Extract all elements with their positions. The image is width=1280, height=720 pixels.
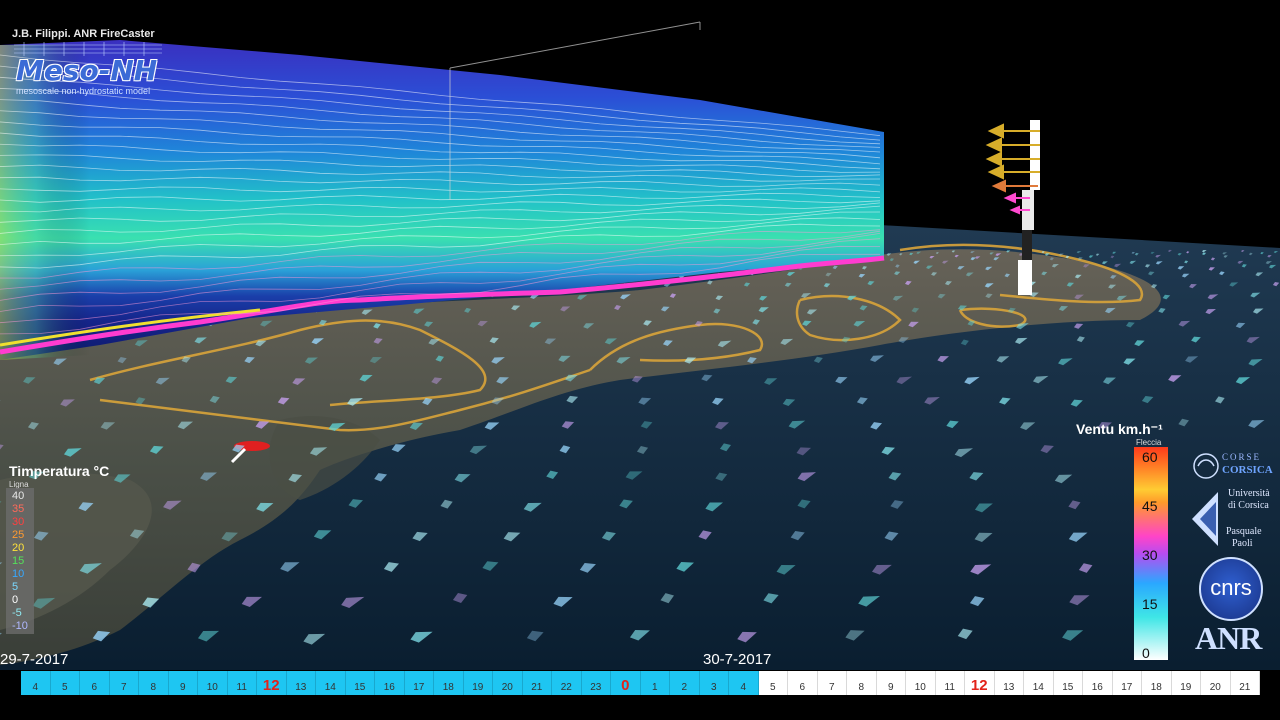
logo-title: Meso-NH — [16, 54, 158, 87]
timeline-hour[interactable]: 15 — [1053, 671, 1083, 695]
timeline-hour[interactable]: 7 — [817, 671, 847, 695]
univ-line-2: di Corsica — [1228, 500, 1269, 511]
temperature-legend-value: 25 — [12, 529, 25, 541]
temperature-legend-value: 40 — [12, 490, 25, 502]
temperature-legend-value: 15 — [12, 555, 25, 567]
timeline-hour[interactable]: 13 — [994, 671, 1024, 695]
cnrs-label: cnrs — [1210, 575, 1252, 600]
timeline-date-start: 29-7-2017 — [0, 651, 69, 668]
timeline-hour[interactable]: 14 — [316, 671, 346, 695]
timeline-hour[interactable]: 12 — [965, 671, 995, 695]
wind-legend-value: 60 — [1142, 449, 1158, 465]
timeline-hour[interactable]: 10 — [906, 671, 936, 695]
timeline-hour[interactable]: 2 — [670, 671, 700, 695]
timeline-hour[interactable]: 16 — [375, 671, 405, 695]
timeline-hour[interactable]: 19 — [463, 671, 493, 695]
timeline-hour[interactable]: 0 — [611, 671, 641, 695]
logo-subtitle: mesoscale non-hydrostatic model — [16, 86, 151, 96]
timeline-hour[interactable]: 23 — [581, 671, 611, 695]
wind-legend-value: 15 — [1142, 596, 1158, 612]
temperature-legend-value: 0 — [12, 594, 19, 606]
timeline-hour[interactable]: 22 — [552, 671, 582, 695]
corse-top-label: CORSE — [1222, 452, 1262, 462]
timeline-hour[interactable]: 18 — [434, 671, 464, 695]
timeline-hour[interactable]: 17 — [1112, 671, 1142, 695]
timeline-hour[interactable]: 13 — [286, 671, 316, 695]
temperature-legend-value: 35 — [12, 503, 25, 515]
temperature-legend-value: 20 — [12, 542, 25, 554]
univ-line-1: Università — [1228, 488, 1270, 499]
wind-legend-subtitle: Fleccia — [1136, 438, 1162, 447]
timeline-hour[interactable]: 1 — [640, 671, 670, 695]
timeline-hour[interactable]: 18 — [1142, 671, 1172, 695]
temperature-legend-value: 30 — [12, 516, 25, 528]
wind-legend-value: 45 — [1142, 498, 1158, 514]
timeline-hour[interactable]: 5 — [50, 671, 80, 695]
timeline-hour[interactable]: 15 — [345, 671, 375, 695]
timeline-hour[interactable]: 6 — [80, 671, 110, 695]
timeline-hour[interactable]: 4 — [729, 671, 759, 695]
temperature-legend-value: 10 — [12, 568, 25, 580]
timeline-hour[interactable]: 14 — [1024, 671, 1054, 695]
temperature-legend-value: -10 — [12, 620, 28, 632]
wind-legend-value: 0 — [1142, 645, 1150, 661]
temperature-legend-value: -5 — [12, 607, 22, 619]
wind-legend-title: Ventu km.h⁻¹ — [1076, 421, 1163, 437]
universita-di-corsica-logo: Università di Corsica Pasquale Paoli — [1192, 488, 1276, 549]
timeline-date-mid: 30-7-2017 — [703, 651, 772, 668]
univ-line-3: Pasquale — [1226, 526, 1262, 537]
timeline-hour[interactable]: 17 — [404, 671, 434, 695]
corse-bottom-label: CORSICA — [1222, 464, 1273, 476]
timeline-hour[interactable]: 7 — [109, 671, 139, 695]
temperature-legend: 40 35 30 25 20 15 10 5 0 -5 -10 — [6, 488, 34, 634]
timeline-hour[interactable]: 11 — [935, 671, 965, 695]
timeline-hour[interactable]: 20 — [493, 671, 523, 695]
wind-legend-value: 30 — [1142, 547, 1158, 563]
univ-line-4: Paoli — [1232, 538, 1253, 549]
timeline-hour[interactable]: 8 — [139, 671, 169, 695]
timeline-hour[interactable]: 11 — [227, 671, 257, 695]
timeline-hour[interactable]: 21 — [522, 671, 552, 695]
wind-legend-colorbar: 60 45 30 15 0 — [1134, 447, 1168, 661]
timeline-hour[interactable]: 10 — [198, 671, 228, 695]
timeline-hour[interactable]: 9 — [168, 671, 198, 695]
anr-logo: ANR — [1195, 620, 1262, 656]
temperature-legend-value: 5 — [12, 581, 19, 593]
timeline-hour[interactable]: 20 — [1201, 671, 1231, 695]
timeline-hour[interactable]: 3 — [699, 671, 729, 695]
timeline-hour[interactable]: 21 — [1230, 671, 1260, 695]
timeline-hour[interactable]: 5 — [758, 671, 788, 695]
timeline-bar[interactable]: 4 5 6 7 8 9 10 11 12 13 14 15 16 17 18 19 20 21 22 23 0 1 2 3 4 5… — [21, 671, 1260, 695]
timeline-hour[interactable]: 16 — [1083, 671, 1113, 695]
timeline-hour[interactable]: 8 — [847, 671, 877, 695]
credit-text: J.B. Filippi. ANR FireCaster — [12, 28, 155, 40]
timeline-hour[interactable]: 19 — [1171, 671, 1201, 695]
cnrs-logo: cnrs — [1199, 557, 1263, 621]
timeline-hour[interactable]: 12 — [257, 671, 287, 695]
temperature-legend-title: Timperatura °C — [9, 463, 110, 479]
collectivite-corse-logo: CORSE CORSICA — [1192, 452, 1274, 480]
3d-scene — [0, 21, 1280, 670]
mesonh-logo: Meso-NH mesoscale non-hydrostatic model — [14, 42, 162, 98]
timeline-hour[interactable]: 6 — [788, 671, 818, 695]
timeline-hour[interactable]: 9 — [876, 671, 906, 695]
timeline-hour[interactable]: 4 — [21, 671, 51, 695]
